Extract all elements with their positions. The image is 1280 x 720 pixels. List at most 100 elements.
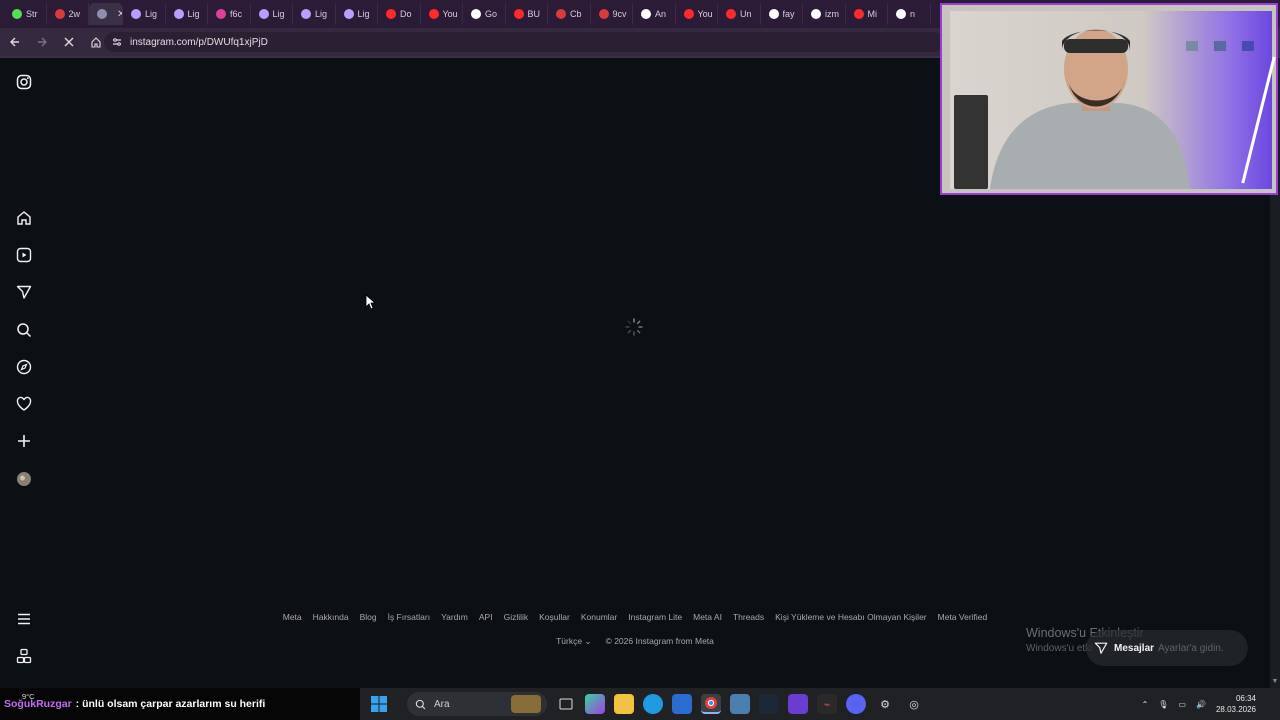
- settings-gear-icon[interactable]: ⚙: [875, 694, 895, 714]
- file-explorer-icon[interactable]: [614, 694, 634, 714]
- browser-tab[interactable]: You: [421, 3, 463, 25]
- tab-favicon-icon: [768, 9, 779, 19]
- network-icon[interactable]: ▭: [1178, 700, 1186, 709]
- browser-tab[interactable]: ✕: [89, 3, 123, 25]
- footer-link[interactable]: Hakkında: [313, 612, 349, 622]
- browser-tab[interactable]: Str: [4, 3, 47, 25]
- footer-link[interactable]: Koşullar: [539, 612, 570, 622]
- browser-tab[interactable]: izm: [803, 3, 846, 25]
- app-icon-record[interactable]: ◎: [904, 694, 924, 714]
- tab-label: izm: [825, 9, 839, 19]
- back-button[interactable]: [3, 30, 27, 54]
- tab-favicon-icon: [811, 9, 821, 19]
- steam-icon[interactable]: [759, 694, 779, 714]
- reels-icon[interactable]: [14, 245, 34, 265]
- browser-tab[interactable]: Do: [378, 3, 421, 25]
- taskbar-search[interactable]: Ara: [407, 692, 547, 716]
- browser-tab[interactable]: Mi: [846, 3, 888, 25]
- browser-tab[interactable]: An: [633, 3, 676, 25]
- store-icon[interactable]: [672, 694, 692, 714]
- mouse-cursor-icon: [365, 294, 377, 310]
- tab-favicon-icon: [258, 9, 269, 19]
- search-highlight-icon: [511, 695, 541, 713]
- messages-label: Mesajlar: [1114, 642, 1155, 654]
- tab-label: BU: [527, 9, 541, 19]
- tab-favicon-icon: [683, 9, 694, 19]
- browser-tab[interactable]: f6c: [208, 3, 251, 25]
- windows-taskbar: Ara ⌁ ⚙ ◎ ⌃ 🎙 ▭ 🔊 06:34 28.03.2026: [360, 688, 1280, 720]
- browser-tab[interactable]: n: [888, 3, 931, 25]
- app-icon-red[interactable]: ⌁: [817, 694, 837, 714]
- notifications-icon[interactable]: [14, 394, 34, 414]
- browser-tab[interactable]: Lig: [123, 3, 166, 25]
- also-from-meta-icon[interactable]: [14, 646, 34, 666]
- tab-favicon-icon: [471, 9, 481, 19]
- explore-icon[interactable]: [14, 357, 34, 377]
- browser-tab[interactable]: fay: [761, 3, 803, 25]
- footer-link[interactable]: Blog: [360, 612, 377, 622]
- footer-link[interactable]: Meta Verified: [938, 612, 988, 622]
- search-icon[interactable]: [14, 320, 34, 340]
- copilot-icon[interactable]: [585, 694, 605, 714]
- volume-icon[interactable]: 🔊: [1196, 700, 1206, 709]
- home-icon[interactable]: [14, 208, 34, 228]
- clock[interactable]: 06:34 28.03.2026: [1216, 693, 1256, 715]
- instagram-sidebar: [0, 58, 48, 688]
- footer-link[interactable]: Instagram Lite: [628, 612, 682, 622]
- app-icon-blue[interactable]: [730, 694, 750, 714]
- search-icon: [415, 699, 426, 709]
- edge-icon[interactable]: [643, 694, 663, 714]
- messages-icon: [1094, 642, 1108, 654]
- streamer-silhouette: [990, 29, 1254, 189]
- browser-tab[interactable]: Lig: [251, 3, 293, 25]
- chat-username: SoğukRuzgar: [4, 698, 72, 710]
- tab-label: Mi: [867, 9, 878, 19]
- loading-spinner-icon: [624, 317, 644, 337]
- chrome-icon[interactable]: [701, 694, 721, 714]
- browser-tab[interactable]: Lig: [336, 3, 378, 25]
- footer-link[interactable]: İş Fırsatları: [388, 612, 431, 622]
- tab-favicon-icon: [556, 9, 566, 19]
- footer-link[interactable]: API: [479, 612, 493, 622]
- profile-avatar[interactable]: [14, 469, 34, 489]
- tab-label: 2w: [68, 9, 81, 19]
- footer-link[interactable]: Gizlilik: [504, 612, 529, 622]
- footer-link[interactable]: Meta: [283, 612, 302, 622]
- browser-tab[interactable]: Un: [718, 3, 761, 25]
- microphone-icon[interactable]: 🎙: [1158, 700, 1168, 709]
- windows-start-icon[interactable]: [369, 694, 389, 714]
- browser-tab[interactable]: 9cv: [591, 3, 633, 25]
- forward-button[interactable]: [30, 30, 54, 54]
- footer-link[interactable]: Threads: [733, 612, 764, 622]
- stop-button[interactable]: [57, 30, 81, 54]
- back-arrow-icon: [10, 37, 19, 47]
- tab-favicon-icon: [301, 9, 311, 19]
- browser-tab[interactable]: Lig: [166, 3, 208, 25]
- instagram-logo-icon[interactable]: [14, 72, 34, 92]
- task-view-icon[interactable]: [556, 694, 576, 714]
- tab-favicon-icon: [726, 9, 736, 19]
- browser-tab[interactable]: You: [676, 3, 718, 25]
- browser-tab[interactable]: BU: [506, 3, 548, 25]
- site-info-icon[interactable]: [112, 37, 122, 47]
- discord-icon[interactable]: [846, 694, 866, 714]
- tab-favicon-icon: [853, 9, 864, 19]
- footer-link[interactable]: Konumlar: [581, 612, 617, 622]
- close-icon: [64, 37, 74, 47]
- url-text[interactable]: instagram.com/p/DWUfq1xjPjD: [130, 37, 268, 48]
- browser-tab[interactable]: Cb: [548, 3, 591, 25]
- app-icon-purple[interactable]: [788, 694, 808, 714]
- browser-tab[interactable]: 2w: [47, 3, 89, 25]
- tab-label: n: [910, 9, 916, 19]
- footer-link[interactable]: Yardım: [441, 612, 468, 622]
- browser-tab[interactable]: Go: [463, 3, 506, 25]
- footer-link[interactable]: Kişi Yükleme ve Hesabı Olmayan Kişiler: [775, 612, 927, 622]
- footer-link[interactable]: Meta AI: [693, 612, 722, 622]
- scroll-down-icon[interactable]: ▼: [1270, 678, 1280, 688]
- tray-chevron-icon[interactable]: ⌃: [1142, 700, 1149, 709]
- browser-tab[interactable]: Lig: [293, 3, 336, 25]
- address-bar[interactable]: instagram.com/p/DWUfq1xjPjD: [104, 32, 944, 52]
- messages-icon[interactable]: [14, 282, 34, 302]
- create-icon[interactable]: [14, 431, 34, 451]
- language-selector[interactable]: Türkçe ⌄: [556, 636, 591, 647]
